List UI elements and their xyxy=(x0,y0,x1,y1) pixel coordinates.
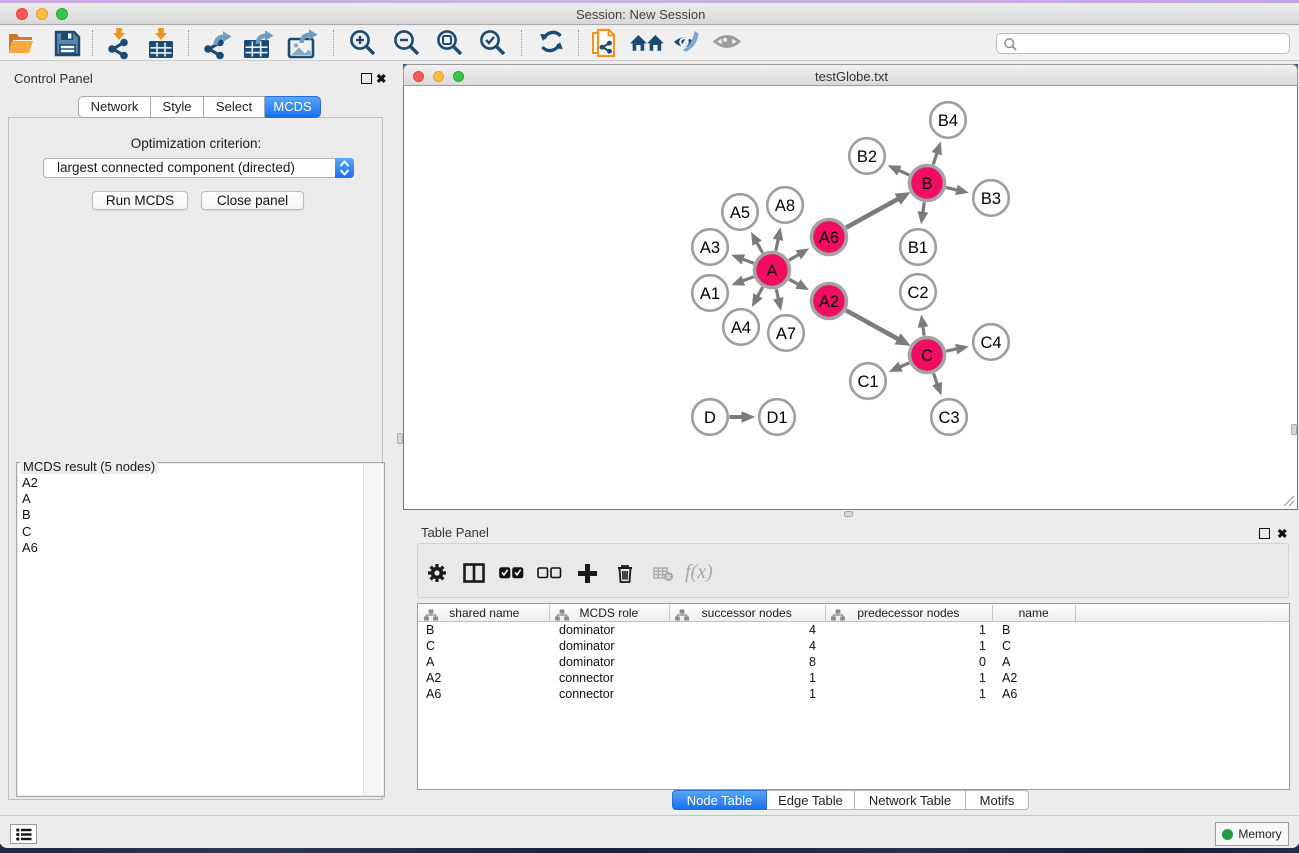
svg-text:A: A xyxy=(766,262,777,280)
svg-text:C2: C2 xyxy=(907,284,928,302)
svg-text:A1: A1 xyxy=(700,285,720,303)
svg-text:D: D xyxy=(704,409,716,427)
svg-text:B1: B1 xyxy=(908,239,928,257)
svg-text:A5: A5 xyxy=(730,204,750,222)
svg-text:C3: C3 xyxy=(938,409,959,427)
svg-text:C: C xyxy=(921,347,933,365)
svg-text:B: B xyxy=(921,175,932,193)
svg-text:A2: A2 xyxy=(819,293,839,311)
svg-text:A4: A4 xyxy=(731,319,751,337)
svg-text:A8: A8 xyxy=(775,197,795,215)
svg-text:A3: A3 xyxy=(700,239,720,257)
svg-text:B2: B2 xyxy=(857,148,877,166)
svg-text:B3: B3 xyxy=(981,190,1001,208)
svg-text:A6: A6 xyxy=(819,229,839,247)
svg-text:C1: C1 xyxy=(857,373,878,391)
svg-text:D1: D1 xyxy=(766,409,787,427)
svg-text:B4: B4 xyxy=(938,112,958,130)
svg-text:A7: A7 xyxy=(776,325,796,343)
svg-text:C4: C4 xyxy=(980,334,1001,352)
